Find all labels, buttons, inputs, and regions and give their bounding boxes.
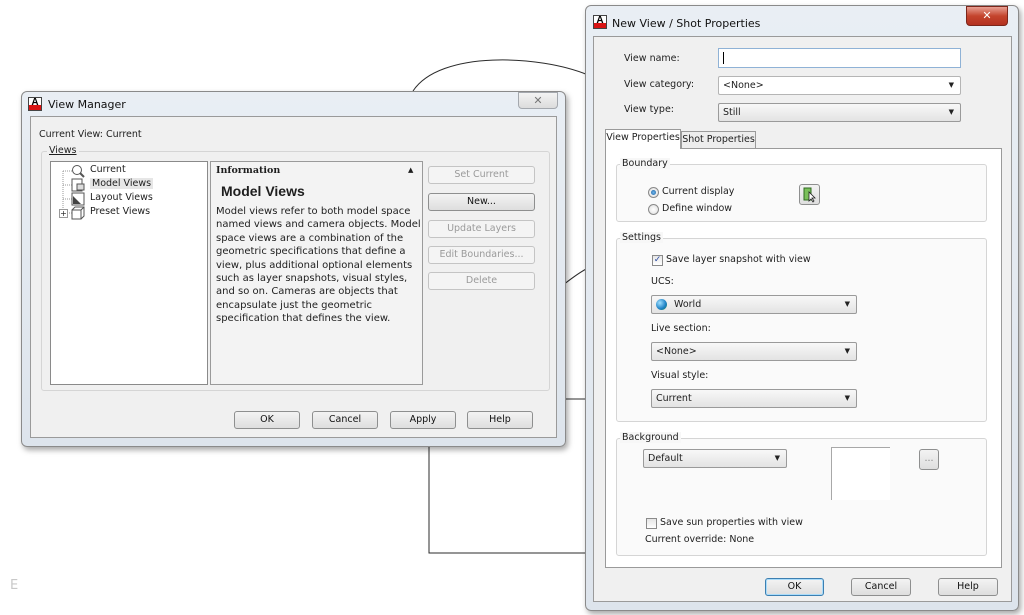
ok-button[interactable]: OK: [765, 578, 824, 596]
dropdown-arrow-icon: ▼: [844, 300, 850, 308]
cube-icon: [71, 206, 85, 220]
dropdown-arrow-icon: ▼: [774, 454, 780, 462]
background-combo[interactable]: Default ▼: [643, 449, 787, 468]
background-preview: [831, 447, 890, 500]
view-manager-dialog: A View Manager ✕ Current View: Current V…: [21, 91, 566, 447]
collapse-icon[interactable]: ▲: [408, 166, 413, 174]
view-name-input[interactable]: [718, 48, 961, 68]
tree-item-label: Layout Views: [90, 192, 153, 203]
ok-button[interactable]: OK: [234, 411, 300, 429]
new-view-button[interactable]: New...: [428, 193, 535, 211]
new-view-close-button[interactable]: ✕: [966, 6, 1008, 26]
view-manager-body: Current View: Current Views Current Mode…: [30, 116, 557, 438]
save-layer-snapshot-label: Save layer snapshot with view: [666, 254, 811, 265]
tab-view-properties[interactable]: View Properties: [605, 129, 681, 149]
view-name-label: View name:: [624, 53, 680, 64]
define-window-pick-button[interactable]: [799, 184, 820, 205]
dropdown-arrow-icon: ▼: [948, 81, 954, 89]
live-section-label: Live section:: [651, 323, 711, 334]
views-tree[interactable]: Current Model Views Layout Views + Prese…: [50, 161, 208, 385]
view-category-value: <None>: [723, 80, 764, 91]
current-view-label: Current View: Current: [39, 129, 142, 140]
view-manager-titlebar[interactable]: A View Manager ✕: [22, 92, 565, 116]
new-view-title: New View / Shot Properties: [612, 17, 761, 30]
view-type-value: Still: [723, 107, 741, 118]
background-value: Default: [648, 453, 683, 464]
new-view-dialog: A New View / Shot Properties ✕ View name…: [585, 5, 1019, 611]
tree-item-layout-views[interactable]: Layout Views: [71, 192, 153, 206]
information-body: Model views refer to both model space na…: [216, 206, 421, 325]
watermark-logo: E: [10, 578, 19, 593]
define-window-radio[interactable]: [648, 204, 659, 215]
background-browse-button[interactable]: ...: [919, 449, 939, 470]
ucs-label: UCS:: [651, 276, 674, 287]
visual-style-value: Current: [656, 393, 692, 404]
help-button[interactable]: Help: [467, 411, 533, 429]
model-views-icon: [71, 178, 85, 192]
cancel-button[interactable]: Cancel: [851, 578, 911, 596]
new-view-titlebar[interactable]: A New View / Shot Properties ✕: [586, 6, 1018, 34]
current-display-radio[interactable]: [648, 187, 659, 198]
information-header: Information: [216, 165, 281, 176]
expand-icon[interactable]: +: [59, 209, 68, 218]
tree-item-model-views[interactable]: Model Views: [71, 178, 154, 192]
view-manager-close-button[interactable]: ✕: [518, 92, 558, 109]
define-window-label: Define window: [662, 203, 733, 214]
tree-item-label: Preset Views: [90, 206, 151, 217]
views-group-label: Views: [47, 145, 79, 156]
globe-icon: [656, 299, 667, 310]
view-properties-page: Boundary Current display Define window S…: [605, 148, 1002, 568]
tree-item-label: Current: [90, 164, 126, 175]
view-type-label: View type:: [624, 104, 674, 115]
settings-group-label: Settings: [620, 232, 663, 243]
connector-bracket: [428, 447, 588, 554]
ucs-value: World: [674, 299, 702, 310]
delete-button[interactable]: Delete: [428, 272, 535, 290]
update-layers-button[interactable]: Update Layers: [428, 220, 535, 238]
current-display-label: Current display: [662, 186, 735, 197]
close-icon: ✕: [533, 94, 543, 107]
tree-item-preset-views[interactable]: + Preset Views: [59, 206, 150, 220]
live-section-value: <None>: [656, 346, 697, 357]
cancel-button[interactable]: Cancel: [312, 411, 378, 429]
tab-shot-properties[interactable]: Shot Properties: [681, 131, 756, 149]
dropdown-arrow-icon: ▼: [844, 347, 850, 355]
view-category-combo[interactable]: <None> ▼: [718, 76, 961, 95]
tree-item-current[interactable]: Current: [71, 164, 126, 178]
view-category-label: View category:: [624, 79, 695, 90]
layout-views-icon: [71, 192, 85, 206]
new-view-body: View name: View category: <None> ▼ View …: [593, 36, 1012, 602]
text-cursor: [723, 52, 724, 64]
background-group-label: Background: [620, 432, 681, 443]
boundary-group-label: Boundary: [620, 158, 670, 169]
information-title: Model Views: [221, 183, 305, 199]
save-sun-properties-label: Save sun properties with view: [660, 517, 803, 528]
connector-arc: [412, 59, 589, 92]
current-override-label: Current override: None: [645, 534, 755, 545]
edit-boundaries-button[interactable]: Edit Boundaries...: [428, 246, 535, 264]
magnifier-icon: [71, 164, 85, 178]
ucs-combo[interactable]: World ▼: [651, 295, 857, 314]
autocad-app-icon: A: [28, 97, 42, 111]
information-panel: Information ▲ Model Views Model views re…: [210, 161, 423, 385]
close-icon: ✕: [982, 9, 992, 22]
define-window-pick-icon: [803, 187, 816, 203]
tree-item-label: Model Views: [90, 178, 154, 189]
set-current-button[interactable]: Set Current: [428, 166, 535, 184]
visual-style-combo[interactable]: Current ▼: [651, 389, 857, 408]
view-type-combo[interactable]: Still ▼: [718, 103, 961, 122]
save-layer-snapshot-checkbox[interactable]: ✓: [652, 255, 663, 266]
apply-button[interactable]: Apply: [390, 411, 456, 429]
autocad-app-icon: A: [593, 15, 607, 29]
help-button[interactable]: Help: [938, 578, 998, 596]
save-sun-properties-checkbox[interactable]: [646, 518, 657, 529]
visual-style-label: Visual style:: [651, 370, 709, 381]
dropdown-arrow-icon: ▼: [844, 394, 850, 402]
dropdown-arrow-icon: ▼: [948, 108, 954, 116]
view-manager-title: View Manager: [48, 98, 126, 111]
live-section-combo[interactable]: <None> ▼: [651, 342, 857, 361]
